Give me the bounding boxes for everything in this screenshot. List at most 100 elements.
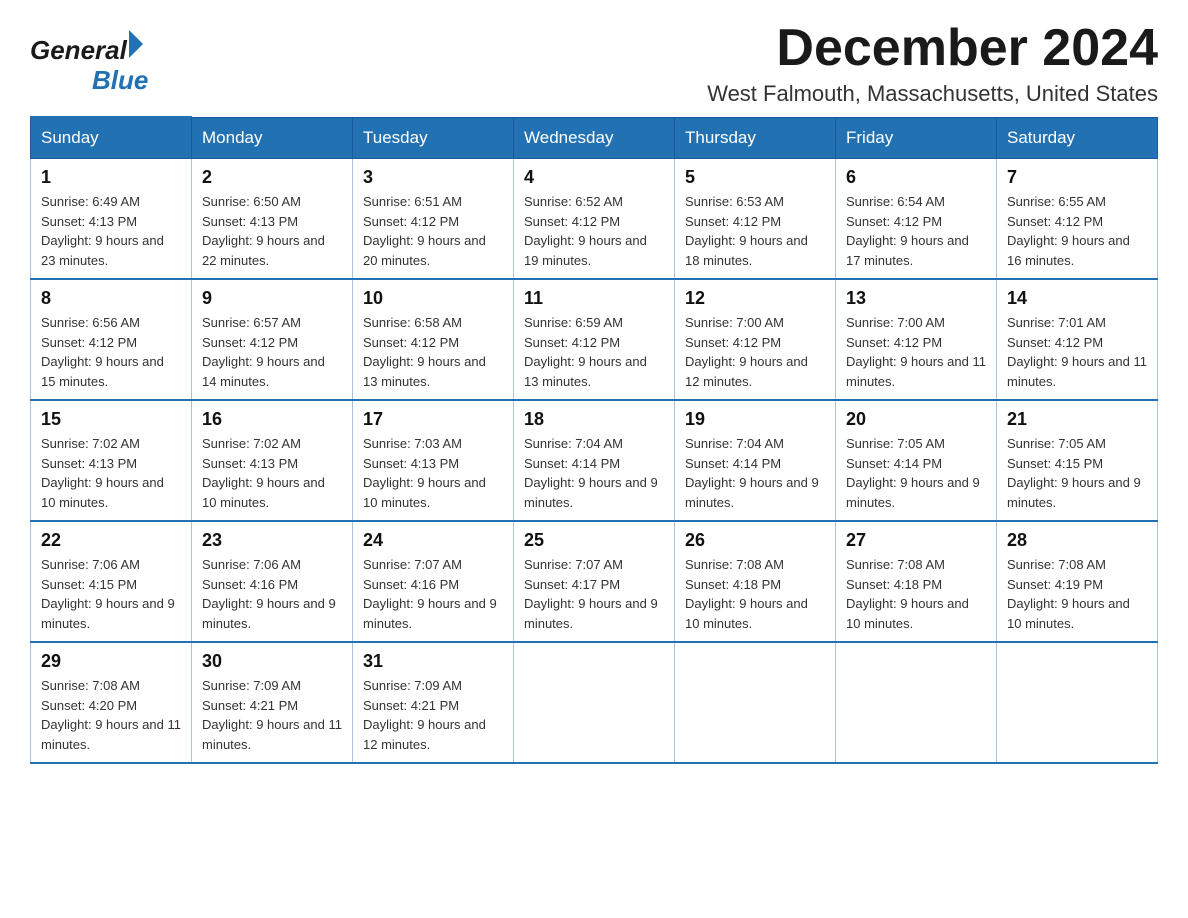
calendar-cell: 21 Sunrise: 7:05 AM Sunset: 4:15 PM Dayl…	[997, 400, 1158, 521]
day-number: 6	[846, 167, 986, 188]
day-info: Sunrise: 6:49 AM Sunset: 4:13 PM Dayligh…	[41, 192, 181, 270]
day-number: 10	[363, 288, 503, 309]
calendar-cell: 24 Sunrise: 7:07 AM Sunset: 4:16 PM Dayl…	[353, 521, 514, 642]
calendar-day-header: Thursday	[675, 117, 836, 159]
calendar-cell: 27 Sunrise: 7:08 AM Sunset: 4:18 PM Dayl…	[836, 521, 997, 642]
calendar-day-header: Sunday	[31, 117, 192, 159]
day-info: Sunrise: 6:57 AM Sunset: 4:12 PM Dayligh…	[202, 313, 342, 391]
day-number: 23	[202, 530, 342, 551]
day-number: 12	[685, 288, 825, 309]
month-title: December 2024	[707, 20, 1158, 77]
calendar-cell: 29 Sunrise: 7:08 AM Sunset: 4:20 PM Dayl…	[31, 642, 192, 763]
calendar-cell: 11 Sunrise: 6:59 AM Sunset: 4:12 PM Dayl…	[514, 279, 675, 400]
calendar-cell	[836, 642, 997, 763]
calendar-week-row: 29 Sunrise: 7:08 AM Sunset: 4:20 PM Dayl…	[31, 642, 1158, 763]
day-info: Sunrise: 7:04 AM Sunset: 4:14 PM Dayligh…	[524, 434, 664, 512]
calendar-week-row: 1 Sunrise: 6:49 AM Sunset: 4:13 PM Dayli…	[31, 159, 1158, 280]
title-block: December 2024 West Falmouth, Massachuset…	[707, 20, 1158, 107]
day-number: 17	[363, 409, 503, 430]
calendar-cell: 30 Sunrise: 7:09 AM Sunset: 4:21 PM Dayl…	[192, 642, 353, 763]
day-number: 19	[685, 409, 825, 430]
day-info: Sunrise: 6:56 AM Sunset: 4:12 PM Dayligh…	[41, 313, 181, 391]
day-info: Sunrise: 6:51 AM Sunset: 4:12 PM Dayligh…	[363, 192, 503, 270]
day-info: Sunrise: 7:06 AM Sunset: 4:16 PM Dayligh…	[202, 555, 342, 633]
day-info: Sunrise: 7:00 AM Sunset: 4:12 PM Dayligh…	[846, 313, 986, 391]
day-number: 7	[1007, 167, 1147, 188]
calendar-day-header: Monday	[192, 117, 353, 159]
calendar-cell	[997, 642, 1158, 763]
day-number: 14	[1007, 288, 1147, 309]
calendar-day-header: Wednesday	[514, 117, 675, 159]
day-number: 4	[524, 167, 664, 188]
day-info: Sunrise: 7:08 AM Sunset: 4:18 PM Dayligh…	[846, 555, 986, 633]
calendar-cell	[675, 642, 836, 763]
day-info: Sunrise: 7:07 AM Sunset: 4:16 PM Dayligh…	[363, 555, 503, 633]
day-number: 18	[524, 409, 664, 430]
logo-triangle-icon	[129, 30, 143, 58]
day-info: Sunrise: 7:02 AM Sunset: 4:13 PM Dayligh…	[41, 434, 181, 512]
logo: General	[30, 30, 143, 66]
logo-blue: Blue	[92, 65, 148, 95]
calendar-cell: 3 Sunrise: 6:51 AM Sunset: 4:12 PM Dayli…	[353, 159, 514, 280]
day-number: 30	[202, 651, 342, 672]
calendar-cell: 5 Sunrise: 6:53 AM Sunset: 4:12 PM Dayli…	[675, 159, 836, 280]
calendar-cell: 23 Sunrise: 7:06 AM Sunset: 4:16 PM Dayl…	[192, 521, 353, 642]
calendar-cell: 15 Sunrise: 7:02 AM Sunset: 4:13 PM Dayl…	[31, 400, 192, 521]
calendar-cell: 13 Sunrise: 7:00 AM Sunset: 4:12 PM Dayl…	[836, 279, 997, 400]
day-info: Sunrise: 7:08 AM Sunset: 4:20 PM Dayligh…	[41, 676, 181, 754]
day-number: 9	[202, 288, 342, 309]
day-number: 5	[685, 167, 825, 188]
day-info: Sunrise: 6:59 AM Sunset: 4:12 PM Dayligh…	[524, 313, 664, 391]
calendar-cell: 16 Sunrise: 7:02 AM Sunset: 4:13 PM Dayl…	[192, 400, 353, 521]
calendar-cell: 26 Sunrise: 7:08 AM Sunset: 4:18 PM Dayl…	[675, 521, 836, 642]
location-subtitle: West Falmouth, Massachusetts, United Sta…	[707, 81, 1158, 107]
day-number: 24	[363, 530, 503, 551]
calendar-day-header: Friday	[836, 117, 997, 159]
calendar-cell: 4 Sunrise: 6:52 AM Sunset: 4:12 PM Dayli…	[514, 159, 675, 280]
calendar-week-row: 15 Sunrise: 7:02 AM Sunset: 4:13 PM Dayl…	[31, 400, 1158, 521]
day-info: Sunrise: 7:04 AM Sunset: 4:14 PM Dayligh…	[685, 434, 825, 512]
calendar-cell: 10 Sunrise: 6:58 AM Sunset: 4:12 PM Dayl…	[353, 279, 514, 400]
day-number: 21	[1007, 409, 1147, 430]
calendar-cell: 14 Sunrise: 7:01 AM Sunset: 4:12 PM Dayl…	[997, 279, 1158, 400]
day-number: 15	[41, 409, 181, 430]
day-info: Sunrise: 7:08 AM Sunset: 4:18 PM Dayligh…	[685, 555, 825, 633]
calendar-cell: 17 Sunrise: 7:03 AM Sunset: 4:13 PM Dayl…	[353, 400, 514, 521]
calendar-cell: 7 Sunrise: 6:55 AM Sunset: 4:12 PM Dayli…	[997, 159, 1158, 280]
day-number: 29	[41, 651, 181, 672]
day-info: Sunrise: 7:01 AM Sunset: 4:12 PM Dayligh…	[1007, 313, 1147, 391]
day-number: 28	[1007, 530, 1147, 551]
calendar-cell: 18 Sunrise: 7:04 AM Sunset: 4:14 PM Dayl…	[514, 400, 675, 521]
calendar-day-header: Saturday	[997, 117, 1158, 159]
day-number: 22	[41, 530, 181, 551]
day-info: Sunrise: 7:09 AM Sunset: 4:21 PM Dayligh…	[202, 676, 342, 754]
calendar-cell: 9 Sunrise: 6:57 AM Sunset: 4:12 PM Dayli…	[192, 279, 353, 400]
day-number: 13	[846, 288, 986, 309]
calendar-cell: 22 Sunrise: 7:06 AM Sunset: 4:15 PM Dayl…	[31, 521, 192, 642]
day-number: 25	[524, 530, 664, 551]
day-info: Sunrise: 7:05 AM Sunset: 4:15 PM Dayligh…	[1007, 434, 1147, 512]
day-number: 3	[363, 167, 503, 188]
day-info: Sunrise: 6:55 AM Sunset: 4:12 PM Dayligh…	[1007, 192, 1147, 270]
calendar-table: SundayMondayTuesdayWednesdayThursdayFrid…	[30, 116, 1158, 764]
day-info: Sunrise: 7:00 AM Sunset: 4:12 PM Dayligh…	[685, 313, 825, 391]
calendar-cell: 6 Sunrise: 6:54 AM Sunset: 4:12 PM Dayli…	[836, 159, 997, 280]
day-info: Sunrise: 7:07 AM Sunset: 4:17 PM Dayligh…	[524, 555, 664, 633]
calendar-week-row: 8 Sunrise: 6:56 AM Sunset: 4:12 PM Dayli…	[31, 279, 1158, 400]
day-info: Sunrise: 6:52 AM Sunset: 4:12 PM Dayligh…	[524, 192, 664, 270]
calendar-week-row: 22 Sunrise: 7:06 AM Sunset: 4:15 PM Dayl…	[31, 521, 1158, 642]
calendar-cell: 8 Sunrise: 6:56 AM Sunset: 4:12 PM Dayli…	[31, 279, 192, 400]
calendar-cell: 28 Sunrise: 7:08 AM Sunset: 4:19 PM Dayl…	[997, 521, 1158, 642]
day-number: 20	[846, 409, 986, 430]
calendar-cell: 1 Sunrise: 6:49 AM Sunset: 4:13 PM Dayli…	[31, 159, 192, 280]
calendar-header-row: SundayMondayTuesdayWednesdayThursdayFrid…	[31, 117, 1158, 159]
calendar-cell	[514, 642, 675, 763]
day-info: Sunrise: 7:02 AM Sunset: 4:13 PM Dayligh…	[202, 434, 342, 512]
day-info: Sunrise: 6:58 AM Sunset: 4:12 PM Dayligh…	[363, 313, 503, 391]
day-info: Sunrise: 7:09 AM Sunset: 4:21 PM Dayligh…	[363, 676, 503, 754]
day-number: 2	[202, 167, 342, 188]
day-number: 16	[202, 409, 342, 430]
calendar-cell: 31 Sunrise: 7:09 AM Sunset: 4:21 PM Dayl…	[353, 642, 514, 763]
calendar-day-header: Tuesday	[353, 117, 514, 159]
day-info: Sunrise: 6:50 AM Sunset: 4:13 PM Dayligh…	[202, 192, 342, 270]
